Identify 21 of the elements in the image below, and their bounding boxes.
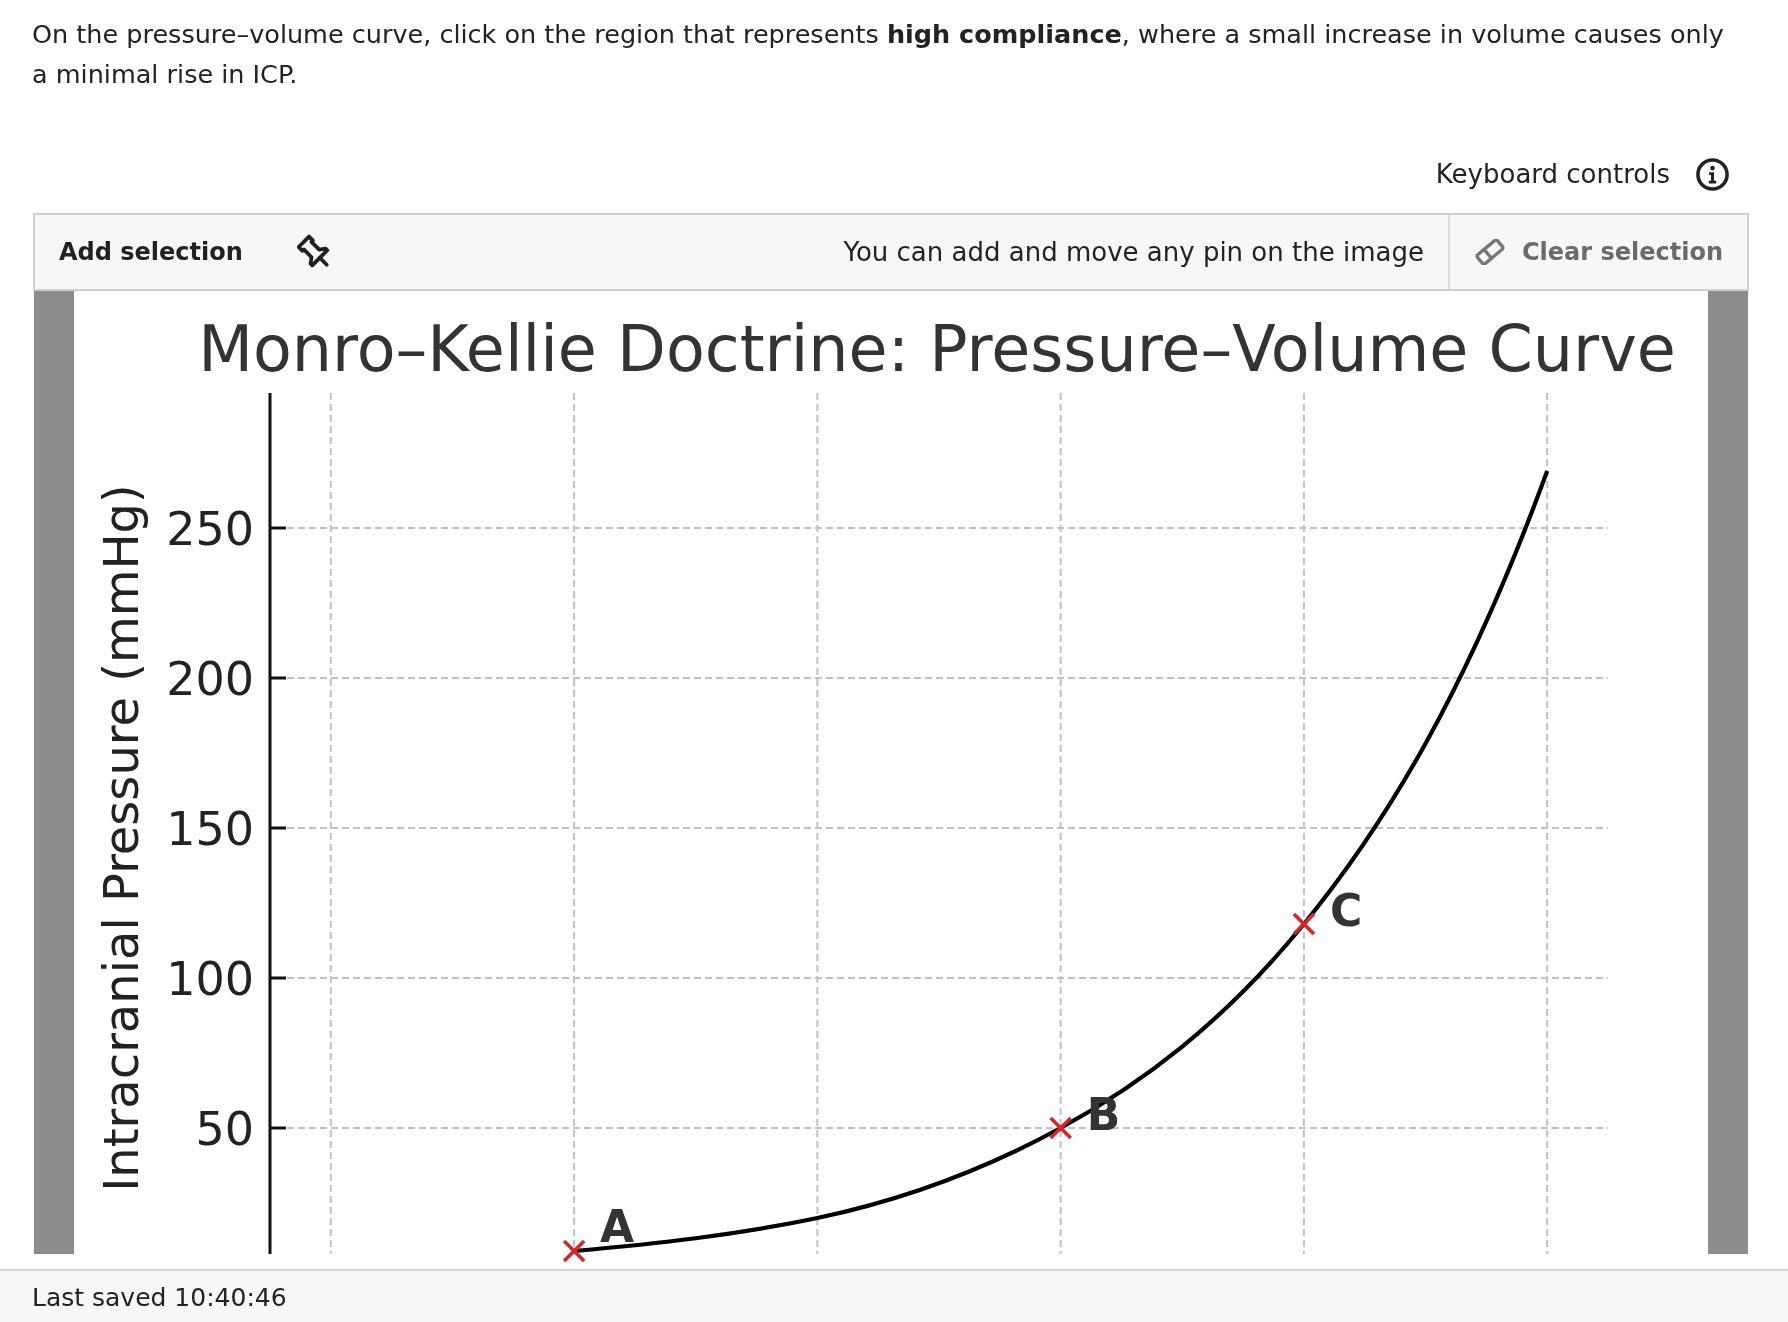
axis-label: Intracranial Pressure (mmHg) [93,484,149,1192]
tick-label: 50 [195,1102,254,1156]
info-icon[interactable] [1696,157,1729,191]
hint-text: You can add and move any pin on the image [843,237,1425,267]
last-saved-text: Last saved 10:40:46 [32,1283,287,1312]
tick-label: 200 [166,652,254,706]
point-label: C [1329,885,1363,936]
tick-label: 150 [166,802,254,856]
pushpin-icon[interactable] [296,234,331,270]
keyboard-controls-link[interactable]: Keyboard controls [1435,159,1670,189]
tick-label: 100 [166,952,254,1006]
eraser-icon [1473,239,1506,265]
question-text: On the pressure–volume curve, click on the region that represents high compliance, where a small increase in volume causes only a minimal rise in ICP. [31,18,1725,91]
cross-marker [562,1239,586,1263]
cross-marker [1049,1116,1072,1140]
chart-title: Monro–Kellie Doctrine: Pressure–Volume Curve [198,312,1676,386]
point-label: A [600,1201,635,1252]
tick-label: 250 [166,502,254,556]
cross-marker [1292,912,1316,936]
add-selection-label: Add selection [59,238,243,266]
point-label: B [1086,1089,1121,1140]
